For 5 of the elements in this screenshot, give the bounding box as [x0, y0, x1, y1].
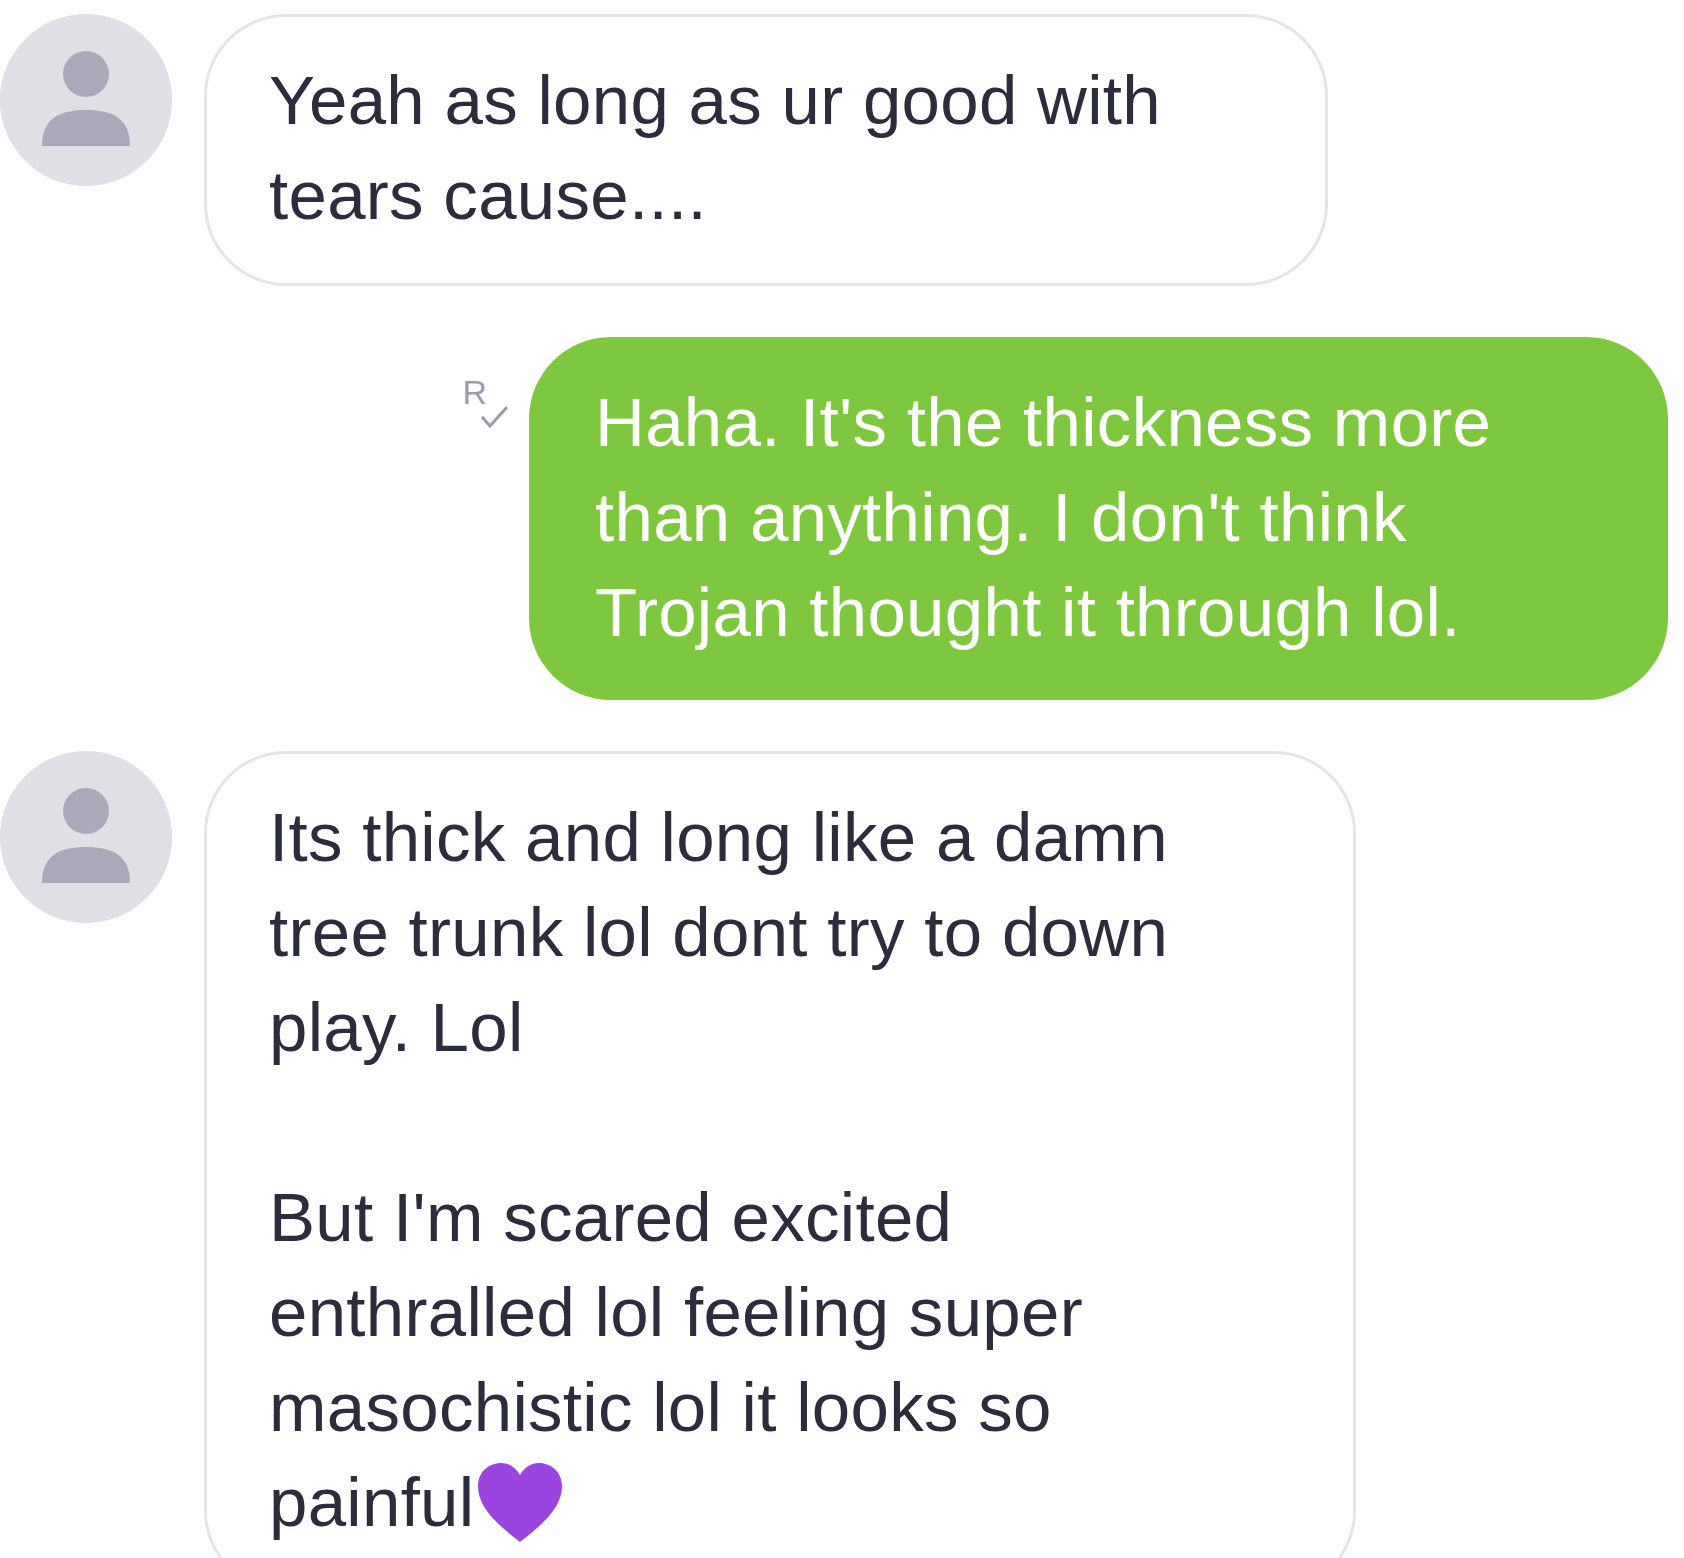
message-text: Haha. It's the thickness more than anything. I don't think Trojan thought it through lol.	[595, 383, 1493, 653]
message-text: But I'm scared excited enthralled lol feeling super masochistic lol it looks so painful	[269, 1170, 1261, 1550]
read-receipt-label: R	[462, 375, 487, 409]
message-text: Yeah as long as ur good with tears cause....	[269, 61, 1162, 236]
message-text: Its thick and long like a damn tree trunk lol dont try to down play. Lol	[269, 798, 1170, 1068]
